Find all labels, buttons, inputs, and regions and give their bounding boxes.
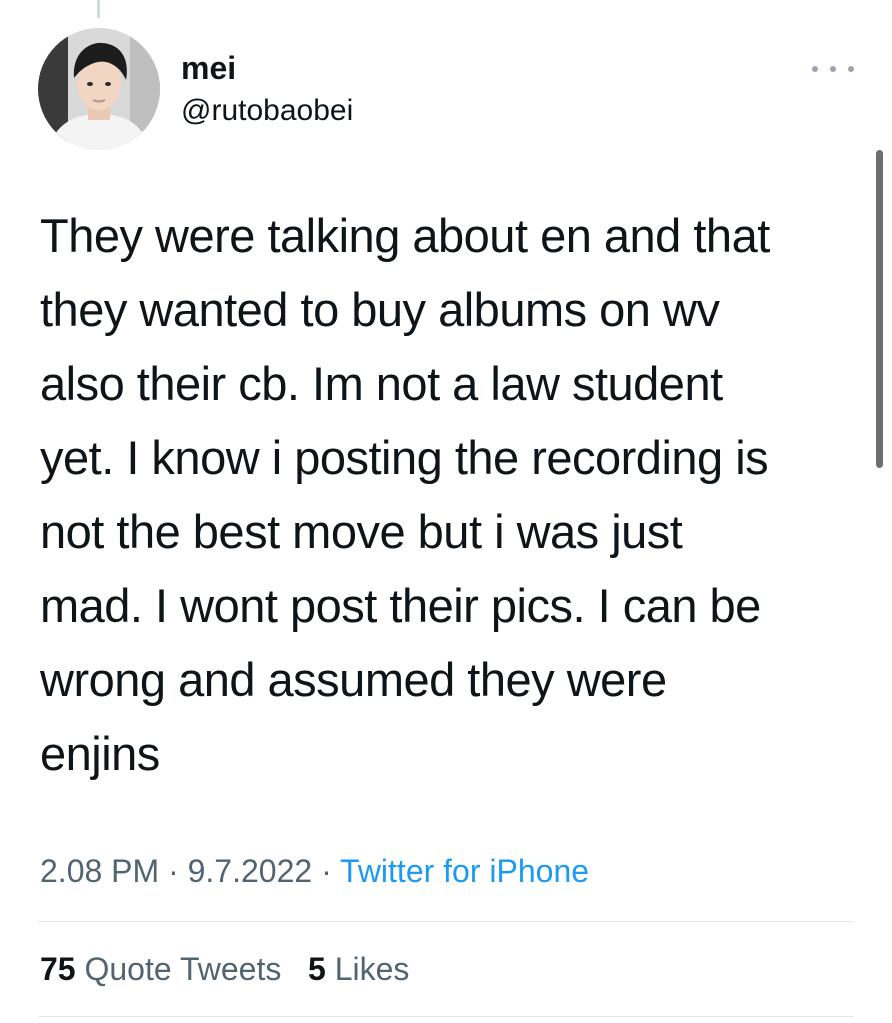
divider xyxy=(38,921,854,922)
thread-connector-line xyxy=(97,0,100,18)
more-horizontal-icon-dot xyxy=(830,66,836,72)
divider xyxy=(38,1016,854,1017)
tweet-time[interactable]: 2.08 PM xyxy=(40,853,159,889)
more-horizontal-icon-dot xyxy=(848,66,854,72)
likes-link[interactable]: 5 Likes xyxy=(308,951,409,987)
tweet-metadata: 2.08 PM · 9.7.2022 · Twitter for iPhone xyxy=(40,850,589,892)
quote-tweets-label: Quote Tweets xyxy=(84,951,282,987)
more-horizontal-icon xyxy=(812,66,818,72)
scrollbar-thumb[interactable] xyxy=(876,150,883,468)
tweet-source-link[interactable]: Twitter for iPhone xyxy=(340,853,589,889)
quote-tweets-count: 75 xyxy=(40,951,76,987)
avatar-photo-icon xyxy=(38,28,160,150)
meta-separator: · xyxy=(312,853,341,889)
tweet-text: They were talking about en and that they… xyxy=(40,209,770,780)
engagement-stats: 75 Quote Tweets 5 Likes xyxy=(40,948,409,990)
likes-label: Likes xyxy=(334,951,410,987)
author-display-name[interactable]: mei xyxy=(181,48,236,88)
meta-separator: · xyxy=(159,853,188,889)
avatar[interactable] xyxy=(38,28,160,150)
author-handle[interactable]: @rutobaobei xyxy=(181,92,353,130)
tweet-date[interactable]: 9.7.2022 xyxy=(188,853,313,889)
quote-tweets-link[interactable]: 75 Quote Tweets xyxy=(40,951,281,987)
likes-count: 5 xyxy=(308,951,326,987)
more-options-button[interactable] xyxy=(812,56,854,82)
